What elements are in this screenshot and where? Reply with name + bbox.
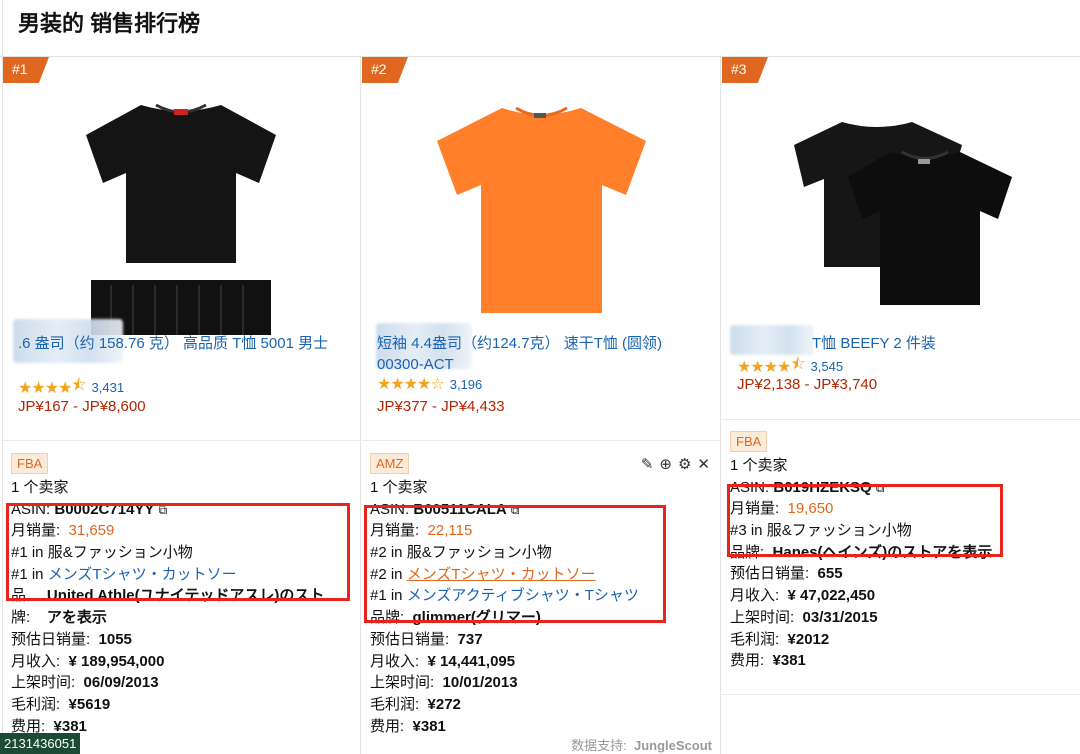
listed-label: 上架时间: xyxy=(730,608,795,626)
rating[interactable]: ★★★★ ⯪ 3,431 xyxy=(18,374,124,401)
pencil-icon[interactable]: ✎ xyxy=(641,455,654,473)
fee-label: 费用: xyxy=(11,717,46,735)
price-range: JP¥2,138 - JP¥3,740 xyxy=(737,376,878,393)
fee-label: 费用: xyxy=(370,717,405,735)
daily-sales-label: 预估日销量: xyxy=(11,630,91,648)
listed-label: 上架时间: xyxy=(370,674,435,692)
divider xyxy=(722,419,1080,420)
margin-row: 毛利润: ¥5619 xyxy=(11,694,324,716)
product-card-3[interactable]: #3 T恤 BEEFY 2 件装 ★★★★ ⯪ 3,545 JP¥2,138 - … xyxy=(722,57,1080,754)
highlight-box xyxy=(727,484,1003,557)
revenue-value: ¥ 189,954,000 xyxy=(68,652,165,670)
daily-sales-row: 预估日销量: 737 xyxy=(370,629,639,651)
redacted-overlay xyxy=(730,325,814,355)
brand-row-cont: 牌: アを表示 xyxy=(11,607,324,629)
credit-brand[interactable]: JungleScout xyxy=(634,738,712,753)
fee-value: ¥381 xyxy=(412,717,446,735)
listed-row: 上架时间: 06/09/2013 xyxy=(11,672,324,694)
margin-label: 毛利润: xyxy=(11,695,61,713)
review-count[interactable]: 3,431 xyxy=(92,380,125,395)
fulfillment-badge: FBA xyxy=(730,431,768,452)
margin-value: ¥5619 xyxy=(68,695,111,713)
fee-value: ¥381 xyxy=(772,652,806,670)
revenue-label: 月收入: xyxy=(730,587,780,605)
card-toolbar: ✎ ⊕ ⚙ ✕ xyxy=(641,455,710,473)
revenue-label: 月收入: xyxy=(370,652,420,670)
listed-label: 上架时间: xyxy=(11,674,76,692)
star-icon: ★★★★ xyxy=(377,376,431,393)
star-half-icon: ⯪ xyxy=(71,377,86,394)
rank-badge: #1 xyxy=(3,57,49,83)
daily-sales-label: 预估日销量: xyxy=(370,630,450,648)
price-range: JP¥377 - JP¥4,433 xyxy=(377,398,505,415)
fee-label: 费用: xyxy=(730,652,765,670)
listed-row: 上架时间: 10/01/2013 xyxy=(370,672,639,694)
listed-value: 10/01/2013 xyxy=(442,674,518,692)
daily-sales-value: 655 xyxy=(817,565,843,583)
fee-value: ¥381 xyxy=(53,717,87,735)
daily-sales-value: 737 xyxy=(457,630,483,648)
margin-label: 毛利润: xyxy=(730,630,780,648)
product-title[interactable]: .6 盎司（约 158.76 克） 高品质 T恤 5001 男士 xyxy=(18,333,353,354)
revenue-row: 月收入: ¥ 47,022,450 xyxy=(730,585,992,607)
listed-value: 06/09/2013 xyxy=(83,674,159,692)
revenue-row: 月收入: ¥ 14,441,095 xyxy=(370,651,639,673)
revenue-value: ¥ 47,022,450 xyxy=(787,587,876,605)
close-icon[interactable]: ✕ xyxy=(697,455,710,473)
highlight-box xyxy=(6,503,350,601)
revenue-value: ¥ 14,441,095 xyxy=(427,652,516,670)
fulfillment-badge: AMZ xyxy=(370,453,410,474)
daily-sales-value: 1055 xyxy=(98,630,132,648)
margin-label: 毛利润: xyxy=(370,695,420,713)
fee-row: 费用: ¥381 xyxy=(730,650,992,672)
credit-label: 数据支持: xyxy=(571,738,627,753)
brand-link[interactable]: アを表示 xyxy=(47,609,107,626)
margin-row: 毛利润: ¥2012 xyxy=(730,629,992,651)
revenue-label: 月收入: xyxy=(11,652,61,670)
daily-sales-row: 预估日销量: 655 xyxy=(730,563,992,585)
review-count[interactable]: 3,545 xyxy=(811,359,844,374)
seller-count: 1 个卖家 xyxy=(730,457,788,474)
review-count[interactable]: 3,196 xyxy=(450,377,483,392)
divider xyxy=(722,694,1080,695)
product-image[interactable] xyxy=(81,95,281,335)
rating[interactable]: ★★★★ ☆ 3,196 xyxy=(377,374,482,394)
divider xyxy=(362,440,720,441)
star-icon: ★★★★ xyxy=(18,379,72,397)
product-card-2[interactable]: #2 短袖 4.4盎司（约124.7克） 速干T恤 (圆领) 00300-ACT… xyxy=(362,57,721,754)
revenue-row: 月收入: ¥ 189,954,000 xyxy=(11,651,324,673)
margin-row: 毛利润: ¥272 xyxy=(370,694,639,716)
price-range: JP¥167 - JP¥8,600 xyxy=(18,398,146,415)
listed-row: 上架时间: 03/31/2015 xyxy=(730,607,992,629)
daily-sales-label: 预估日销量: xyxy=(730,565,810,583)
item-code-label: 2131436051 xyxy=(0,733,81,754)
gear-icon[interactable]: ⚙ xyxy=(678,455,691,473)
seller-count: 1 个卖家 xyxy=(11,479,69,496)
product-card-1[interactable]: #1 .6 盎司（约 158.76 克） 高品质 T恤 5001 男士 ★★★★… xyxy=(3,57,361,754)
rank-badge: #2 xyxy=(362,57,408,83)
seller-count: 1 个卖家 xyxy=(370,479,428,496)
rank-badge: #3 xyxy=(722,57,768,83)
star-icon: ★★★★ xyxy=(737,358,791,376)
margin-value: ¥272 xyxy=(427,695,461,713)
fee-row: 费用: ¥381 xyxy=(370,716,639,738)
plus-circle-icon[interactable]: ⊕ xyxy=(659,455,672,473)
product-image[interactable] xyxy=(434,103,649,318)
brand-label: 牌: xyxy=(11,609,31,627)
highlight-box xyxy=(364,505,666,623)
data-credit: 数据支持: JungleScout xyxy=(571,735,712,754)
product-title[interactable]: T恤 BEEFY 2 件装 xyxy=(812,333,1072,354)
listed-value: 03/31/2015 xyxy=(802,608,878,626)
daily-sales-row: 预估日销量: 1055 xyxy=(11,629,324,651)
product-title[interactable]: 短袖 4.4盎司（约124.7克） 速干T恤 (圆领) 00300-ACT xyxy=(377,333,712,375)
margin-value: ¥2012 xyxy=(787,630,830,648)
product-image[interactable] xyxy=(790,117,1015,312)
page-title: 男装的 销售排行榜 xyxy=(18,11,201,36)
fulfillment-badge: FBA xyxy=(11,453,49,474)
star-empty-icon: ☆ xyxy=(430,376,444,393)
divider xyxy=(3,440,360,441)
